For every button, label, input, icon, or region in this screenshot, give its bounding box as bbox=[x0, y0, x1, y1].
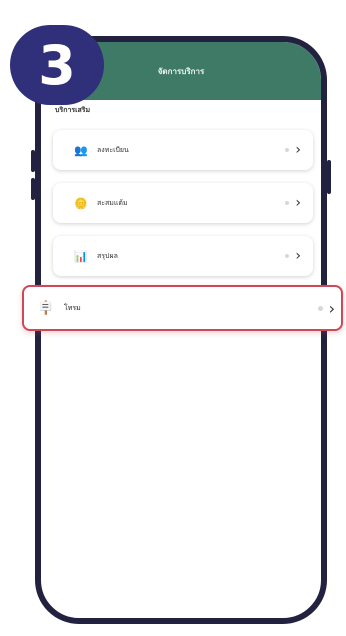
status-dot bbox=[317, 305, 323, 311]
section-label: บริการเสริม bbox=[55, 106, 91, 114]
status-dot bbox=[285, 201, 290, 205]
people-icon: 👥 bbox=[74, 143, 88, 157]
menu-item-label: สะสมแต้ม bbox=[97, 198, 128, 207]
status-dot bbox=[285, 148, 290, 152]
header-title: จัดการบริการ bbox=[157, 66, 205, 76]
menu-item-label: สรุปผล bbox=[97, 251, 118, 260]
chevron-right-icon: › bbox=[295, 248, 301, 264]
menu-item-summary[interactable]: 📊 สรุปผล › bbox=[53, 236, 313, 276]
chevron-right-icon: › bbox=[295, 142, 301, 158]
power-button bbox=[327, 160, 331, 194]
step-number: 3 bbox=[38, 33, 76, 97]
chevron-right-icon: › bbox=[295, 195, 301, 211]
menu-item-register[interactable]: 👥 ลงทะเบียน › bbox=[53, 130, 313, 170]
status-dot bbox=[285, 254, 290, 258]
chevron-right-icon: › bbox=[328, 298, 335, 318]
menu-item-label: ลงทะเบียน bbox=[97, 145, 129, 154]
menu-item-points[interactable]: 🪙 สะสมแต้ม › bbox=[53, 183, 313, 223]
volume-down-button bbox=[31, 178, 35, 200]
highlighted-item-label: โทรม bbox=[64, 303, 81, 312]
chart-icon: 📊 bbox=[74, 249, 88, 263]
highlighted-menu-item[interactable]: 🪧 โทรม › bbox=[22, 285, 343, 331]
step-badge: 3 bbox=[10, 25, 104, 105]
volume-up-button bbox=[31, 150, 35, 172]
signpost-icon: 🪧 bbox=[37, 300, 55, 316]
coins-icon: 🪙 bbox=[74, 196, 88, 210]
